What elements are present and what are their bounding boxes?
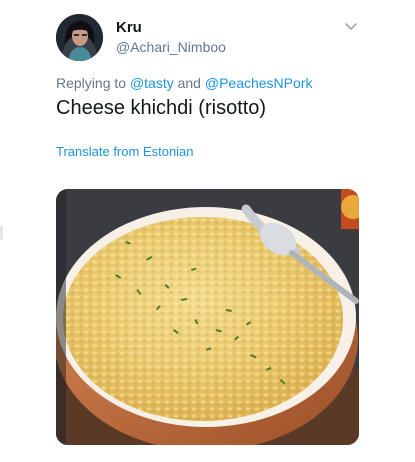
replying-to-line: Replying to @tasty and @PeachesNPork (56, 75, 312, 91)
display-name[interactable]: Kru (116, 19, 142, 36)
tweet-text: Cheese khichdi (risotto) (56, 97, 267, 119)
risotto-photo (56, 189, 359, 445)
divider (0, 226, 3, 240)
avatar-image (56, 14, 103, 61)
replying-to-conjunction: and (177, 75, 201, 91)
translate-link[interactable]: Translate from Estonian (56, 144, 194, 159)
mention-link-peachesnpork[interactable]: @PeachesNPork (205, 75, 313, 91)
chevron-down-icon[interactable] (344, 22, 358, 32)
replying-to-label: Replying to (56, 75, 127, 91)
user-handle[interactable]: @Achari_Nimboo (116, 39, 226, 55)
tweet-photo[interactable] (56, 189, 359, 445)
tweet-card: Kru @Achari_Nimboo Replying to @tasty an… (0, 0, 415, 462)
avatar[interactable] (56, 14, 103, 61)
mention-link-tasty[interactable]: @tasty (130, 75, 174, 91)
